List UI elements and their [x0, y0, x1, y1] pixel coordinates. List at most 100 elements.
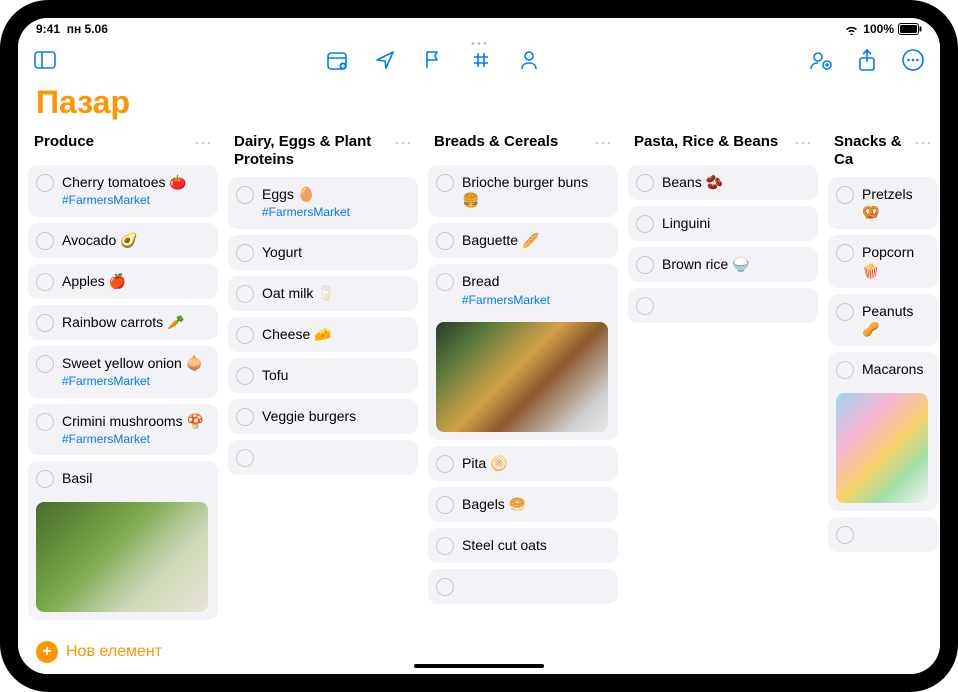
column-more-button[interactable]: ⋯ — [194, 133, 212, 154]
collaborate-button[interactable] — [808, 47, 834, 73]
checkbox[interactable] — [636, 215, 654, 233]
checkbox[interactable] — [836, 186, 854, 204]
checkbox[interactable] — [236, 285, 254, 303]
reminder-card[interactable]: Pretzels 🥨 — [828, 177, 938, 229]
reminder-card[interactable] — [828, 517, 938, 552]
reminder-card[interactable]: Sweet yellow onion 🧅#FarmersMarket — [28, 346, 218, 398]
share-button[interactable] — [854, 47, 880, 73]
tag-button[interactable] — [468, 47, 494, 73]
checkbox[interactable] — [36, 314, 54, 332]
reminder-card[interactable]: Tofu — [228, 358, 418, 393]
reminder-card[interactable]: Cherry tomatoes 🍅 #FarmersMarket — [28, 165, 218, 217]
reminder-card[interactable] — [428, 569, 618, 604]
checkbox[interactable] — [436, 537, 454, 555]
card-image[interactable] — [36, 502, 208, 612]
reminder-card[interactable]: Baguette 🥖 — [428, 223, 618, 258]
card-tag[interactable]: #FarmersMarket — [62, 374, 203, 390]
card-text: Apples 🍎 — [62, 272, 126, 290]
card-image[interactable] — [436, 322, 608, 432]
checkbox[interactable] — [636, 297, 654, 315]
checkbox[interactable] — [436, 232, 454, 250]
calendar-button[interactable] — [324, 47, 350, 73]
column-more-button[interactable]: ⋯ — [394, 133, 412, 154]
reminder-card[interactable]: Macarons — [828, 352, 938, 511]
device-frame: 9:41 пн 5.06 100% — [0, 0, 958, 692]
card-text: Cherry tomatoes 🍅 #FarmersMarket — [62, 173, 187, 209]
reminder-card[interactable]: Eggs 🥚 #FarmersMarket — [228, 177, 418, 229]
reminder-card[interactable]: Basil — [28, 461, 218, 620]
checkbox[interactable] — [36, 413, 54, 431]
checkbox[interactable] — [436, 455, 454, 473]
reminder-card[interactable]: Linguini — [628, 206, 818, 241]
card-label: Basil — [62, 469, 92, 487]
add-item-button[interactable]: Нов елемент — [66, 643, 162, 661]
sidebar-toggle-button[interactable] — [32, 47, 58, 73]
checkbox[interactable] — [836, 244, 854, 262]
card-text: Crimini mushrooms 🍄#FarmersMarket — [62, 412, 204, 448]
checkbox[interactable] — [636, 174, 654, 192]
reminder-card[interactable]: Bagels 🥯 — [428, 487, 618, 522]
checkbox[interactable] — [236, 367, 254, 385]
card-image[interactable] — [836, 393, 928, 503]
multitask-handle[interactable] — [472, 42, 487, 45]
card-label: Cherry tomatoes 🍅 — [62, 173, 187, 191]
checkbox[interactable] — [36, 273, 54, 291]
reminder-card[interactable]: Peanuts 🥜 — [828, 294, 938, 346]
card-text: Avocado 🥑 — [62, 231, 138, 249]
checkbox[interactable] — [236, 244, 254, 262]
add-item-icon[interactable]: + — [36, 641, 58, 663]
checkbox[interactable] — [436, 496, 454, 514]
card-tag[interactable]: #FarmersMarket — [62, 432, 204, 448]
reminder-card[interactable]: Avocado 🥑 — [28, 223, 218, 258]
reminder-card[interactable]: Oat milk 🥛 — [228, 276, 418, 311]
reminder-card[interactable]: Apples 🍎 — [28, 264, 218, 299]
checkbox[interactable] — [36, 174, 54, 192]
reminder-card[interactable] — [228, 440, 418, 475]
card-label: Pretzels 🥨 — [862, 185, 928, 221]
reminder-card[interactable]: Veggie burgers — [228, 399, 418, 434]
column-more-button[interactable]: ⋯ — [594, 133, 612, 154]
card-label: Bagels 🥯 — [462, 495, 526, 513]
reminder-card[interactable]: Brown rice 🍚 — [628, 247, 818, 282]
location-button[interactable] — [372, 47, 398, 73]
reminder-card[interactable]: Steel cut oats — [428, 528, 618, 563]
checkbox[interactable] — [36, 470, 54, 488]
checkbox[interactable] — [636, 256, 654, 274]
checkbox[interactable] — [36, 232, 54, 250]
reminder-card[interactable]: Bread#FarmersMarket — [428, 264, 618, 440]
reminder-card[interactable]: Brioche burger buns 🍔 — [428, 165, 618, 217]
person-button[interactable] — [516, 47, 542, 73]
home-indicator[interactable] — [414, 664, 544, 668]
reminder-card[interactable]: Yogurt — [228, 235, 418, 270]
checkbox[interactable] — [236, 326, 254, 344]
checkbox[interactable] — [36, 355, 54, 373]
reminder-card[interactable]: Crimini mushrooms 🍄#FarmersMarket — [28, 404, 218, 456]
reminder-card[interactable]: Beans 🫘 — [628, 165, 818, 200]
reminder-card[interactable] — [628, 288, 818, 323]
board[interactable]: Produce⋯ Cherry tomatoes 🍅 #FarmersMarket A… — [18, 129, 940, 630]
card-label: Eggs 🥚 — [262, 185, 350, 203]
more-button[interactable] — [900, 47, 926, 73]
checkbox[interactable] — [236, 186, 254, 204]
checkbox[interactable] — [436, 273, 454, 291]
card-tag[interactable]: #FarmersMarket — [462, 293, 550, 309]
checkbox[interactable] — [236, 449, 254, 467]
checkbox[interactable] — [836, 361, 854, 379]
checkbox[interactable] — [436, 174, 454, 192]
checkbox[interactable] — [436, 578, 454, 596]
card-tag[interactable]: #FarmersMarket — [62, 193, 187, 209]
reminder-card[interactable]: Cheese 🧀 — [228, 317, 418, 352]
card-tag[interactable]: #FarmersMarket — [262, 205, 350, 221]
checkbox[interactable] — [836, 303, 854, 321]
status-time: 9:41 — [36, 22, 60, 36]
status-date: пн 5.06 — [67, 22, 108, 36]
flag-button[interactable] — [420, 47, 446, 73]
checkbox[interactable] — [836, 526, 854, 544]
column-more-button[interactable]: ⋯ — [914, 133, 932, 154]
reminder-card[interactable]: Pita 🫓 — [428, 446, 618, 481]
reminder-card[interactable]: Popcorn 🍿 — [828, 235, 938, 287]
column-header: Produce⋯ — [28, 129, 218, 165]
reminder-card[interactable]: Rainbow carrots 🥕 — [28, 305, 218, 340]
column-more-button[interactable]: ⋯ — [794, 133, 812, 154]
checkbox[interactable] — [236, 408, 254, 426]
